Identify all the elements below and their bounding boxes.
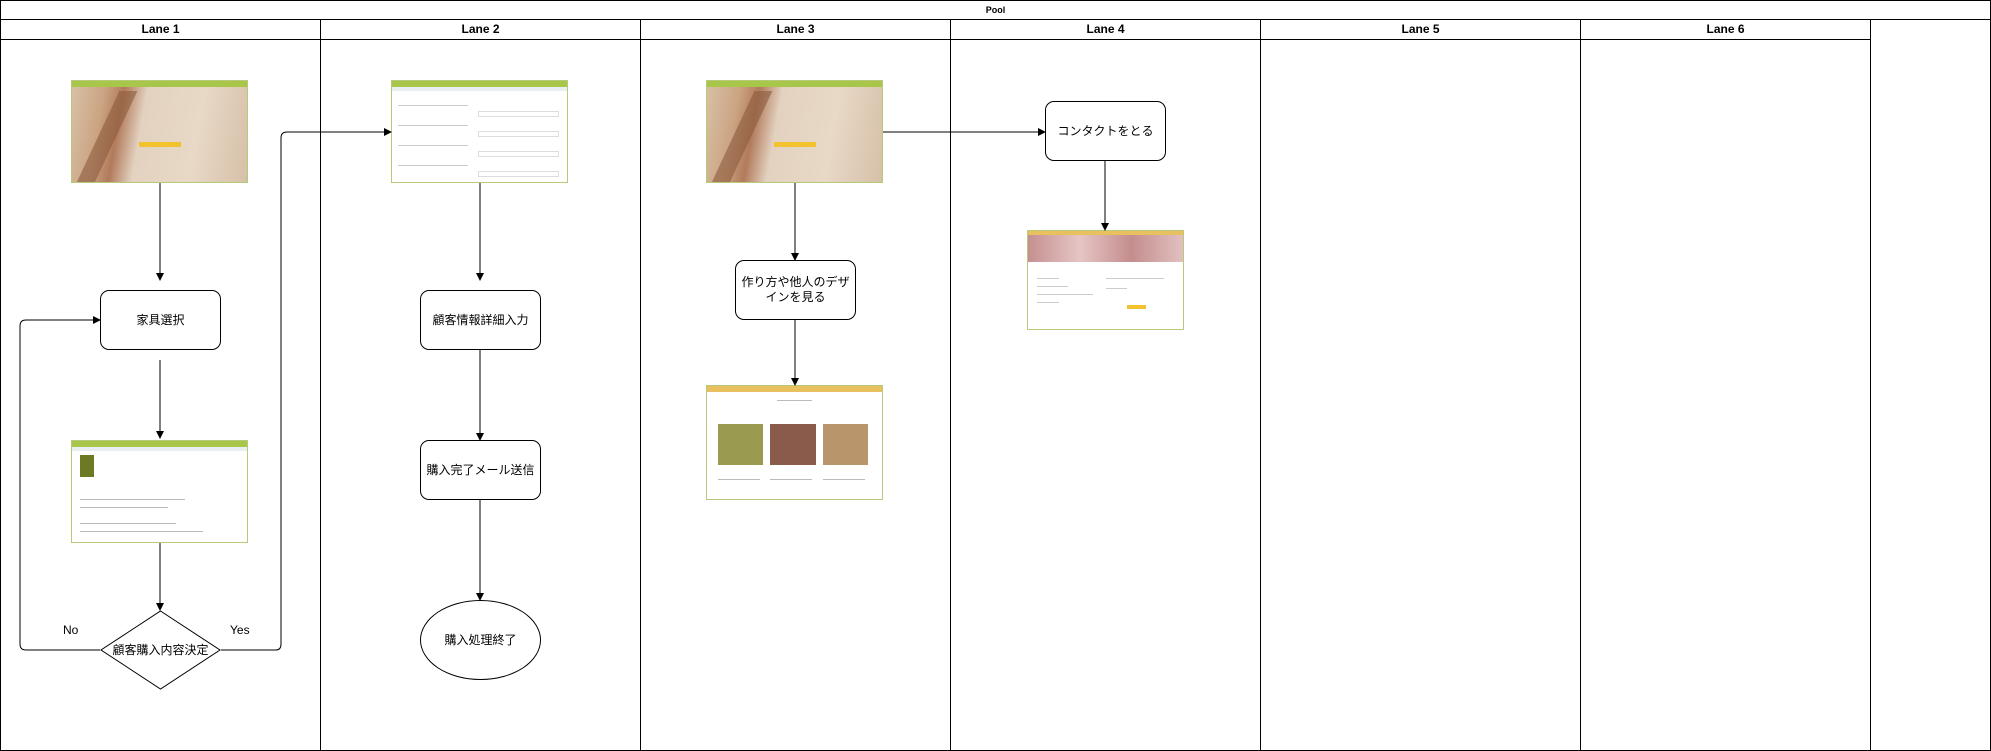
diagram-canvas: Pool Lane 1 Lane 2 Lane 3 Lane 4 Lane 5 …: [0, 0, 1991, 751]
edge-label-no: No: [63, 623, 79, 637]
send-mail-node[interactable]: 購入完了メール送信: [420, 440, 541, 500]
lane-2-header: Lane 2: [321, 20, 640, 40]
product-detail-screenshot: [71, 440, 248, 543]
select-furniture-node[interactable]: 家具選択: [100, 290, 221, 350]
end-process-node[interactable]: 購入処理終了: [420, 600, 541, 680]
customer-info-node[interactable]: 顧客情報詳細入力: [420, 290, 541, 350]
lane-4-header: Lane 4: [951, 20, 1260, 40]
pool-extra-area: [1870, 20, 1991, 751]
edge-label-yes: Yes: [230, 623, 250, 637]
lane-6-header: Lane 6: [1581, 20, 1870, 40]
contact-node[interactable]: コンタクトをとる: [1045, 101, 1166, 161]
decide-purchase-node[interactable]: 顧客購入内容決定: [100, 610, 221, 690]
lane-5: Lane 5: [1260, 20, 1581, 751]
view-designs-node[interactable]: 作り方や他人のデザインを見る: [735, 260, 856, 320]
lane-1-header: Lane 1: [1, 20, 320, 40]
lane-6: Lane 6: [1580, 20, 1871, 751]
homepage-screenshot: [71, 80, 248, 183]
pool-title: Pool: [0, 0, 1991, 20]
lane-5-header: Lane 5: [1261, 20, 1580, 40]
homepage-screenshot-lane-3: [706, 80, 883, 183]
decide-purchase-label: 顧客購入内容決定: [112, 642, 209, 657]
design-gallery-screenshot: [706, 385, 883, 500]
contact-form-screenshot: [1027, 230, 1184, 330]
lane-3-header: Lane 3: [641, 20, 950, 40]
customer-form-screenshot: [391, 80, 568, 183]
